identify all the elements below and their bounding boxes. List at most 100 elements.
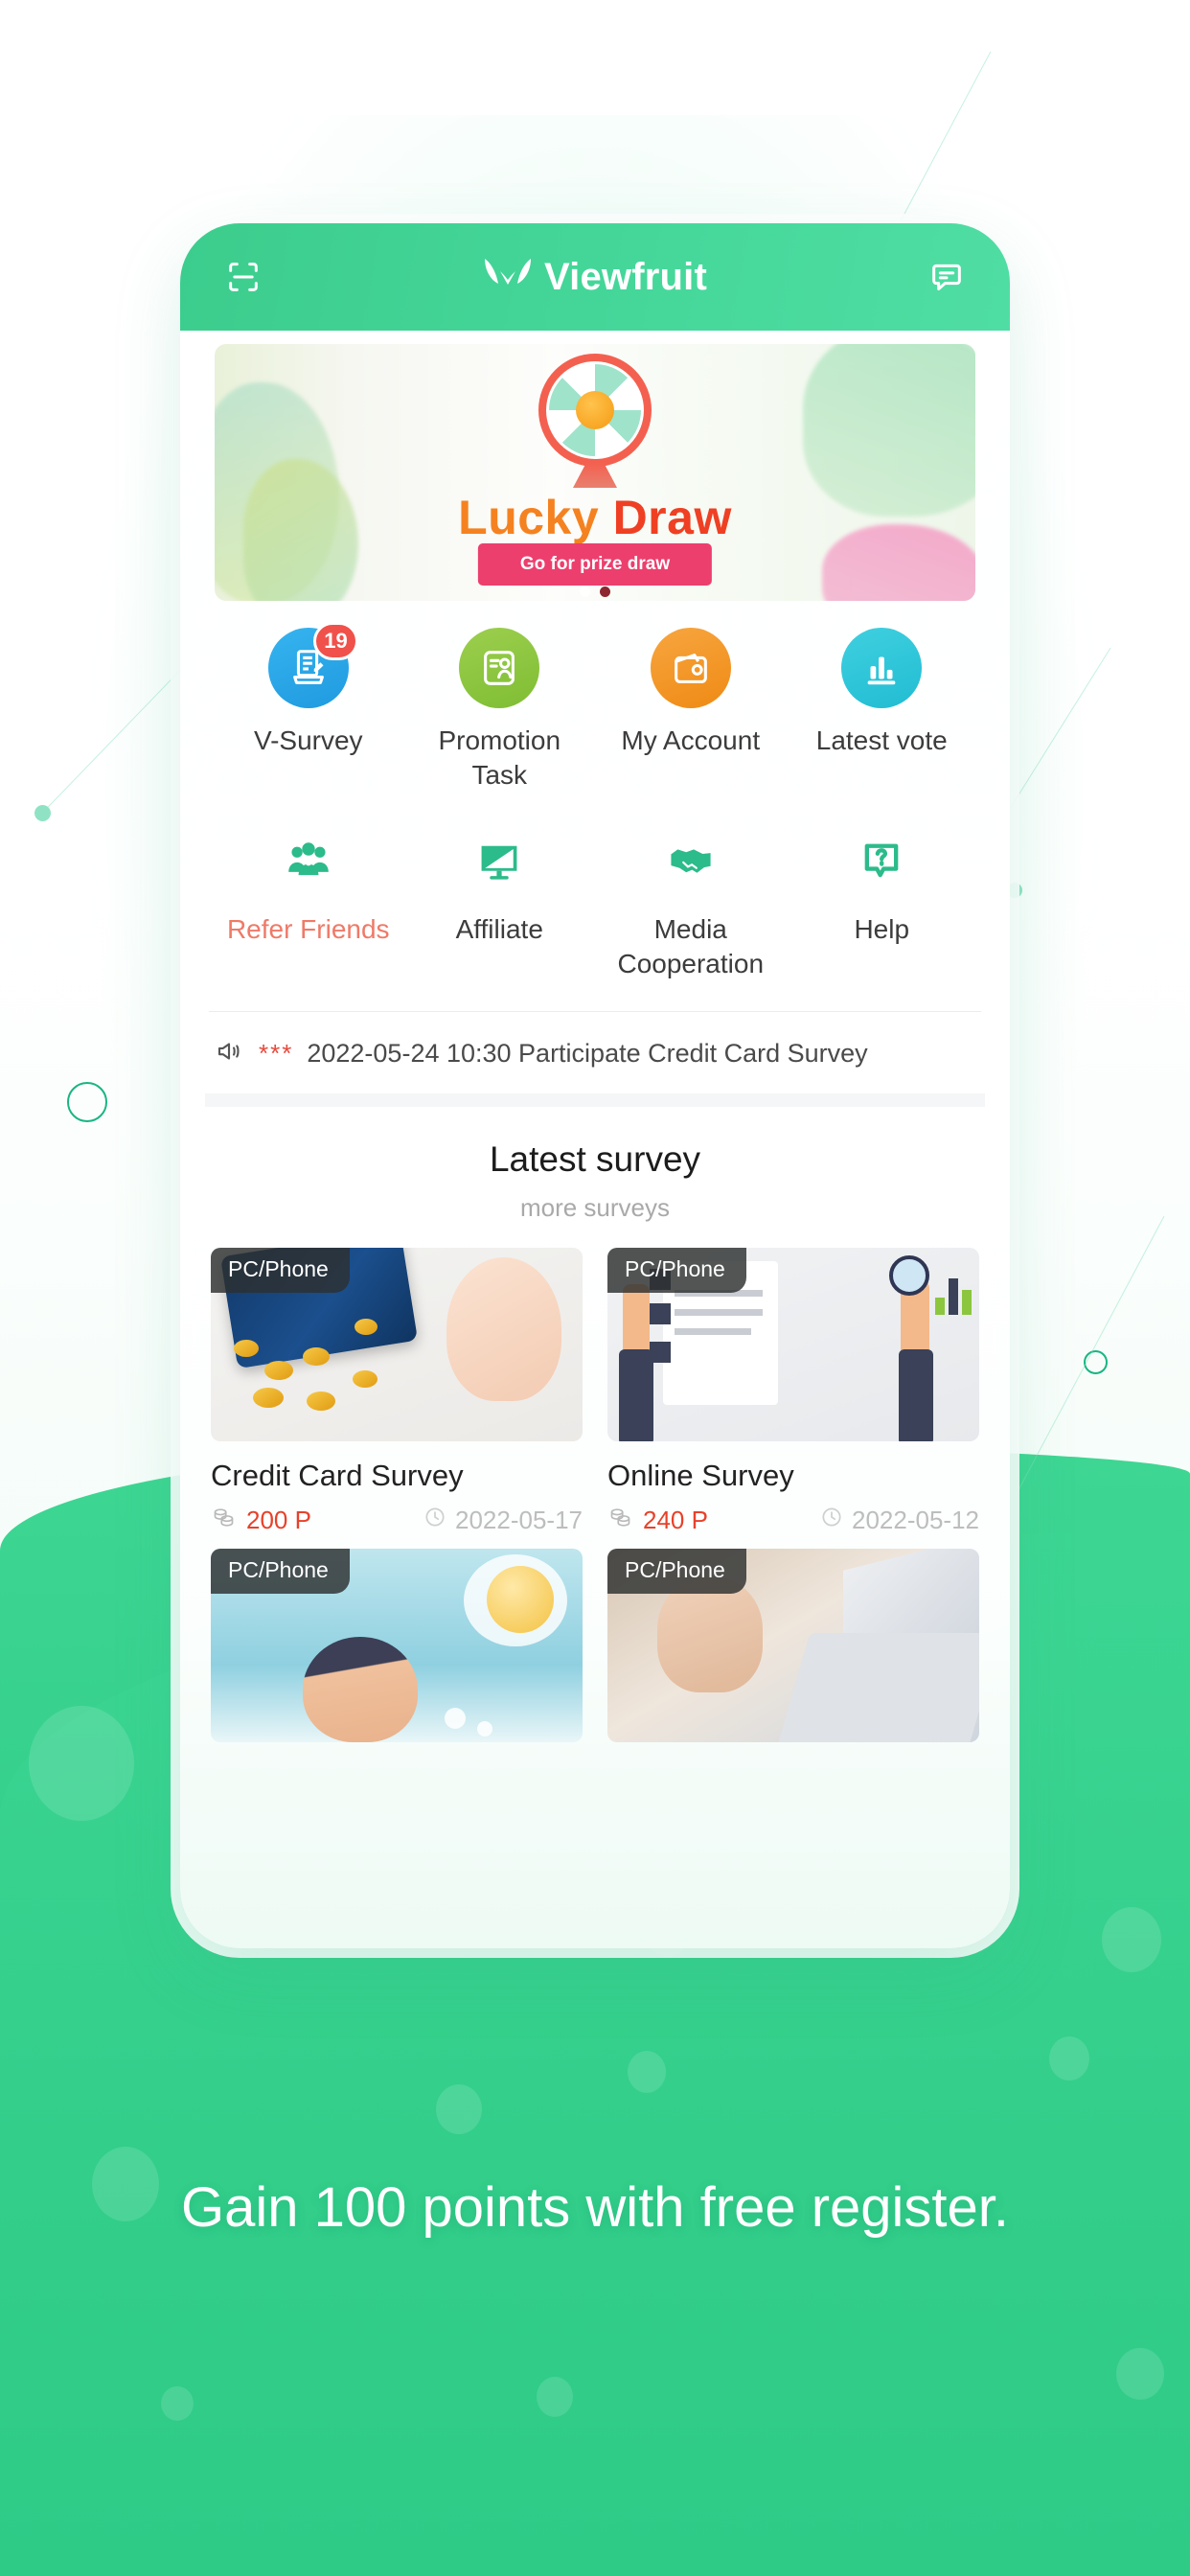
hand-art xyxy=(657,1576,763,1692)
scan-icon[interactable] xyxy=(218,252,268,302)
carousel-dot-active[interactable] xyxy=(580,586,590,597)
survey-card[interactable]: PC/Phone Credit Card Survey 200 P 2022-0… xyxy=(211,1247,583,1537)
menu-item-label: Latest vote xyxy=(815,725,948,755)
carousel-dot[interactable] xyxy=(600,586,610,597)
refer-friends-icon-wrap[interactable] xyxy=(273,826,344,897)
menu-item-my-account[interactable]: My Account xyxy=(595,628,787,794)
decorative-bokeh xyxy=(628,2051,666,2093)
survey-thumbnail[interactable]: PC/Phone xyxy=(211,1548,583,1742)
survey-card-points: 200 P xyxy=(246,1506,311,1535)
affiliate-icon-wrap[interactable] xyxy=(464,826,535,897)
app-header: Viewfruit xyxy=(180,223,1010,331)
notice-stars: *** xyxy=(259,1038,294,1068)
coin-art xyxy=(353,1369,378,1388)
more-surveys-link[interactable]: more surveys xyxy=(180,1193,1010,1223)
coins-icon xyxy=(211,1505,237,1537)
coin-art xyxy=(234,1339,259,1357)
survey-card-date: 2022-05-12 xyxy=(852,1506,979,1535)
content-fade-overlay xyxy=(180,1747,1010,1948)
survey-thumbnail[interactable]: PC/Phone xyxy=(211,1247,583,1441)
handshake-icon xyxy=(671,849,711,873)
survey-thumbnail[interactable]: PC/Phone xyxy=(607,1247,979,1441)
survey-card-title: Credit Card Survey xyxy=(211,1458,464,1492)
document-line-art xyxy=(675,1327,751,1335)
coin-art xyxy=(253,1387,284,1408)
survey-card[interactable]: PC/Phone xyxy=(211,1548,583,1742)
clock-icon xyxy=(819,1505,844,1536)
survey-card[interactable]: PC/Phone Online Survey 240 P 2022-05-12 xyxy=(607,1247,979,1537)
carousel-dots[interactable] xyxy=(580,586,610,597)
survey-thumbnail[interactable]: PC/Phone xyxy=(607,1548,979,1742)
person-face-art xyxy=(303,1636,418,1742)
menu-item-media-cooperation[interactable]: Media Cooperation xyxy=(595,826,787,982)
survey-card-meta: 200 P 2022-05-17 xyxy=(211,1505,583,1537)
decorative-circle-left xyxy=(67,1082,107,1122)
banner-carousel[interactable]: Lucky Draw Go for prize draw xyxy=(180,331,1010,601)
clock-icon xyxy=(423,1505,447,1536)
decorative-bokeh xyxy=(161,2386,194,2421)
menu-item-latest-vote[interactable]: Latest vote xyxy=(787,628,978,794)
brand-logo: Viewfruit xyxy=(483,256,707,299)
coin-art xyxy=(264,1360,293,1380)
menu-item-label: My Account xyxy=(621,725,761,755)
survey-card-date-wrap: 2022-05-12 xyxy=(819,1505,979,1536)
section-title: Latest survey xyxy=(489,1138,701,1179)
lucky-draw-banner[interactable]: Lucky Draw Go for prize draw xyxy=(215,344,975,601)
banner-title: Lucky Draw xyxy=(215,490,975,545)
menu-item-refer-friends[interactable]: Refer Friends xyxy=(213,826,404,982)
menu-item-promotion-task[interactable]: Promotion Task xyxy=(404,628,596,794)
survey-card[interactable]: PC/Phone xyxy=(607,1548,979,1742)
my-account-bubble[interactable] xyxy=(650,628,731,708)
v-survey-bubble[interactable]: 19 xyxy=(267,622,358,708)
menu-item-v-survey[interactable]: 19 V-Survey xyxy=(213,622,404,794)
document-checkbox-art xyxy=(650,1302,671,1324)
section-band xyxy=(205,1092,985,1107)
platform-tag: PC/Phone xyxy=(607,1548,746,1594)
group-people-icon xyxy=(287,842,329,875)
message-icon[interactable] xyxy=(922,252,972,302)
thought-dot-art xyxy=(477,1720,492,1736)
survey-card-date-wrap: 2022-05-17 xyxy=(423,1505,583,1536)
menu-item-affiliate[interactable]: Affiliate xyxy=(404,826,596,982)
contact-card-icon xyxy=(484,651,515,685)
phone-screen: Viewfruit Lucky Draw Go for prize draw 1… xyxy=(180,223,1010,1948)
prize-wheel-icon xyxy=(538,354,652,488)
promo-tagline: Gain 100 points with free register. xyxy=(180,2176,1010,2239)
coin-art xyxy=(355,1318,378,1335)
arm-art xyxy=(899,1348,933,1441)
banner-title-part1: Lucky xyxy=(458,491,600,544)
latest-vote-bubble[interactable] xyxy=(841,628,923,708)
hand-art xyxy=(446,1256,561,1401)
menu-grid-row1: 19 V-Survey Promotion Task My Account La… xyxy=(180,601,1010,799)
banner-title-part2: Draw xyxy=(612,491,732,544)
survey-card-points: 240 P xyxy=(643,1506,708,1535)
platform-tag: PC/Phone xyxy=(211,1247,350,1293)
survey-card-title: Online Survey xyxy=(607,1458,794,1492)
phone-mockup: Viewfruit Lucky Draw Go for prize draw 1… xyxy=(180,223,1010,1948)
decorative-dot-left xyxy=(34,805,51,821)
coin-art xyxy=(307,1391,335,1411)
go-for-prize-draw-button[interactable]: Go for prize draw xyxy=(477,543,713,586)
latest-survey-header: Latest survey more surveys xyxy=(180,1107,1010,1223)
decorative-bokeh xyxy=(29,1706,134,1821)
question-bubble-icon xyxy=(864,843,899,878)
menu-item-label: Media Cooperation xyxy=(617,913,765,979)
media-cooperation-icon-wrap[interactable] xyxy=(655,826,726,897)
menu-item-label: Refer Friends xyxy=(226,913,390,944)
decorative-bokeh xyxy=(537,2377,573,2417)
chart-art xyxy=(962,1289,972,1315)
help-icon-wrap[interactable] xyxy=(846,826,917,897)
lightbulb-art xyxy=(487,1565,554,1633)
decorative-bokeh xyxy=(1102,1907,1161,1972)
keyboard-art xyxy=(776,1632,979,1742)
menu-item-help[interactable]: Help xyxy=(787,826,978,982)
document-line-art xyxy=(675,1308,763,1316)
decorative-bokeh xyxy=(1049,2036,1089,2081)
notice-bar[interactable]: *** 2022-05-24 10:30 Participate Credit … xyxy=(180,1012,1010,1093)
menu-item-label: V-Survey xyxy=(253,725,363,755)
decorative-circle-small-right xyxy=(1084,1350,1108,1374)
survey-card-date: 2022-05-17 xyxy=(455,1506,583,1535)
menu-item-label: Help xyxy=(854,913,910,944)
arm-art xyxy=(619,1348,653,1441)
promotion-task-bubble[interactable] xyxy=(459,628,540,708)
